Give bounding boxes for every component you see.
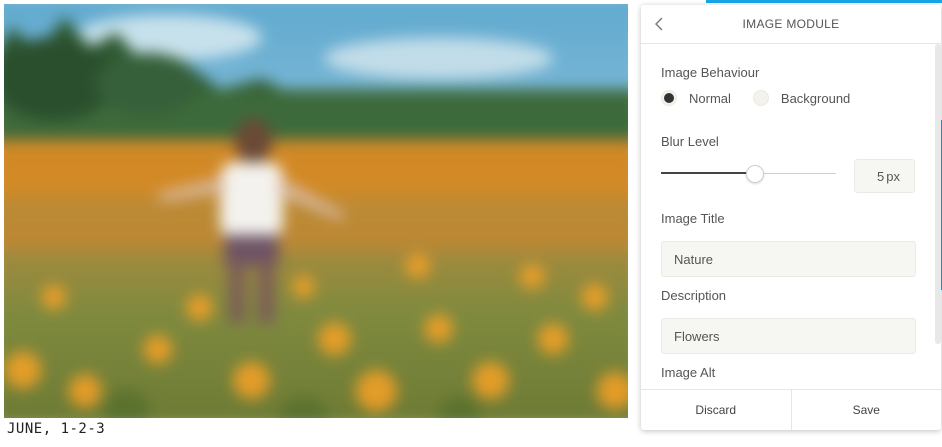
description-label: Description [661, 288, 727, 303]
blur-value: 5 [877, 168, 885, 184]
blur-unit: px [886, 168, 900, 184]
panel-title: IMAGE MODULE [742, 17, 840, 31]
radio-background-label: Background [780, 90, 851, 106]
panel-footer: Discard Save [641, 389, 941, 430]
chevron-left-icon [655, 17, 663, 31]
image-title-input[interactable] [661, 241, 916, 277]
discard-button[interactable]: Discard [641, 390, 791, 430]
image-behaviour-label: Image Behaviour [661, 65, 760, 80]
radio-background[interactable]: Background [752, 90, 851, 106]
photo-caption: JUNE, 1-2-3 [7, 421, 106, 437]
blurred-photo [4, 4, 628, 418]
radio-dot-normal[interactable] [661, 90, 677, 106]
blur-value-input[interactable]: 5 px [854, 159, 915, 193]
radio-normal-label: Normal [689, 90, 731, 106]
slider-thumb[interactable] [745, 165, 764, 183]
panel-scrollbar[interactable] [935, 44, 941, 344]
back-button[interactable] [649, 14, 669, 34]
image-alt-label: Image Alt [661, 365, 716, 380]
panel-body: Image Behaviour Normal Background Blur L… [641, 44, 935, 389]
image-title-label: Image Title [661, 211, 725, 226]
slider-fill [661, 172, 754, 174]
image-behaviour-radio-group: Normal Background [661, 90, 872, 106]
landscape-image [4, 4, 628, 418]
description-input[interactable] [661, 318, 916, 354]
blur-slider[interactable] [661, 165, 836, 183]
radio-dot-background[interactable] [752, 90, 769, 106]
image-module-panel: IMAGE MODULE Image Behaviour Normal Back… [641, 5, 941, 430]
accent-strip [706, 0, 942, 3]
save-button[interactable]: Save [790, 390, 941, 430]
blur-level-label: Blur Level [661, 134, 719, 149]
panel-header: IMAGE MODULE [641, 5, 941, 44]
radio-normal[interactable]: Normal [661, 90, 731, 106]
